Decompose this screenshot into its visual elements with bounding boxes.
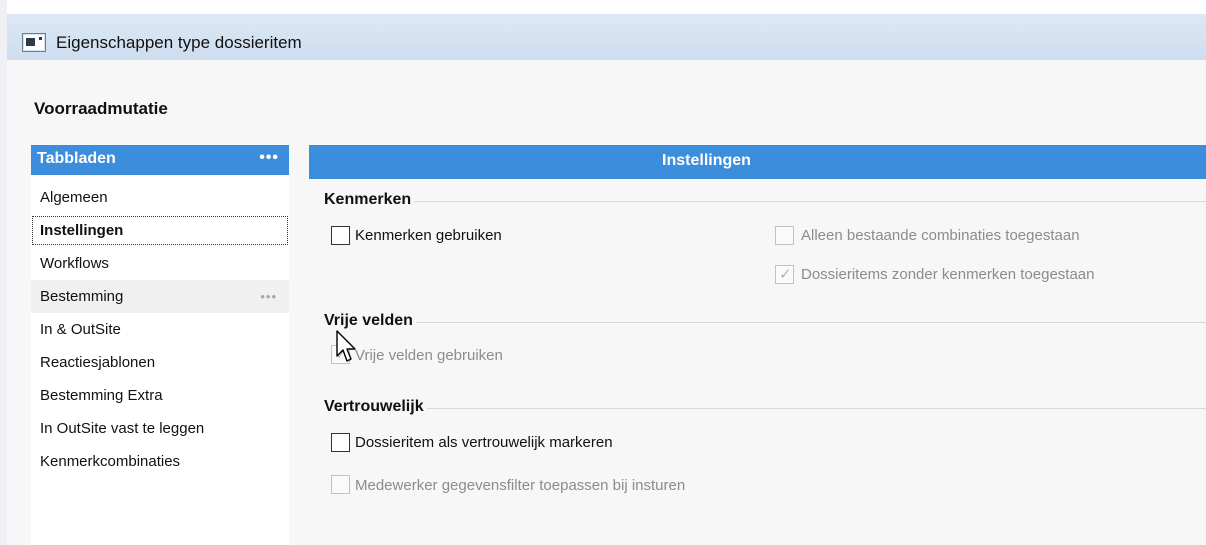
more-icon[interactable]: ••• bbox=[260, 280, 277, 313]
sidebar-item-label: Algemeen bbox=[40, 189, 108, 206]
sidebar-item-in-outsite[interactable]: In & OutSite bbox=[31, 313, 289, 346]
sidebar-item-in-outsite-vast[interactable]: In OutSite vast te leggen bbox=[31, 412, 289, 445]
checkmark-icon: ✓ bbox=[779, 266, 792, 283]
sidebar-item-label: Bestemming bbox=[40, 288, 124, 305]
group-divider bbox=[324, 322, 1206, 323]
gegevensfilter-checkbox[interactable] bbox=[331, 475, 350, 494]
sidebar-item-instellingen[interactable]: Instellingen bbox=[31, 214, 289, 247]
window-title: Eigenschappen type dossieritem bbox=[56, 33, 302, 52]
sidebar-item-algemeen[interactable]: Algemeen bbox=[31, 181, 289, 214]
sidebar-item-workflows[interactable]: Workflows bbox=[31, 247, 289, 280]
group-divider bbox=[324, 408, 1206, 409]
group-title-vertrouwelijk: Vertrouwelijk bbox=[324, 398, 427, 416]
alleen-bestaande-checkbox[interactable] bbox=[775, 226, 794, 245]
sidebar-item-label: Reactiesjablonen bbox=[40, 354, 156, 371]
mouse-cursor-icon bbox=[336, 330, 356, 362]
sidebar-item-bestemming-extra[interactable]: Bestemming Extra bbox=[31, 379, 289, 412]
kenmerken-gebruiken-label[interactable]: Kenmerken gebruiken bbox=[355, 227, 502, 244]
sidebar-item-label: Workflows bbox=[40, 255, 109, 272]
sidebar-header-label: Tabbladen bbox=[37, 150, 116, 167]
group-title-kenmerken: Kenmerken bbox=[324, 191, 415, 209]
sidebar-item-label: In & OutSite bbox=[40, 321, 121, 338]
group-title-vrije-velden: Vrije velden bbox=[324, 312, 416, 330]
gegevensfilter-label[interactable]: Medewerker gegevensfilter toepassen bij … bbox=[355, 477, 685, 494]
sidebar-item-bestemming[interactable]: Bestemming ••• bbox=[31, 280, 289, 313]
window-icon bbox=[22, 33, 46, 52]
vertrouwelijk-label[interactable]: Dossieritem als vertrouwelijk markeren bbox=[355, 434, 613, 451]
more-icon[interactable]: ••• bbox=[259, 149, 279, 167]
sidebar-item-label: Kenmerkcombinaties bbox=[40, 453, 181, 470]
vertrouwelijk-checkbox[interactable] bbox=[331, 433, 350, 452]
kenmerken-gebruiken-checkbox[interactable] bbox=[331, 226, 350, 245]
sidebar-item-kenmerkcombinaties[interactable]: Kenmerkcombinaties bbox=[31, 445, 289, 478]
sidebar-header: Tabbladen ••• bbox=[31, 145, 289, 175]
sidebar-item-label: Bestemming Extra bbox=[40, 387, 163, 404]
alleen-bestaande-label[interactable]: Alleen bestaande combinaties toegestaan bbox=[801, 227, 1080, 244]
sidebar-item-reactiesjablonen[interactable]: Reactiesjablonen bbox=[31, 346, 289, 379]
page-title: Voorraadmutatie bbox=[34, 99, 168, 118]
panel-header-label: Instellingen bbox=[662, 152, 751, 169]
vrije-velden-label[interactable]: Vrije velden gebruiken bbox=[355, 347, 503, 364]
zonder-kenmerken-label[interactable]: Dossieritems zonder kenmerken toegestaan bbox=[801, 266, 1094, 283]
tabs-sidebar: Tabbladen ••• Algemeen Instellingen Work… bbox=[31, 145, 289, 545]
window-left-edge bbox=[0, 0, 7, 545]
panel-header: Instellingen bbox=[309, 145, 1206, 179]
sidebar-item-label: In OutSite vast te leggen bbox=[40, 420, 205, 437]
settings-panel: Instellingen Kenmerken Kenmerken gebruik… bbox=[309, 145, 1206, 545]
zonder-kenmerken-checkbox[interactable]: ✓ bbox=[775, 265, 794, 284]
group-divider bbox=[324, 201, 1206, 202]
